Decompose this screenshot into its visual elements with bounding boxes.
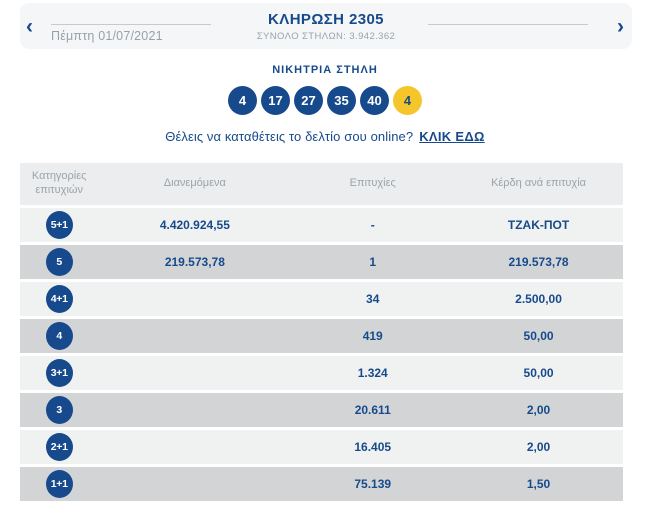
winning-column-title: ΝΙΚΗΤΡΙΑ ΣΤΗΛΗ	[272, 64, 378, 76]
draw-title: ΚΛΗΡΩΣΗ 2305	[268, 11, 384, 28]
header-divider-left	[51, 24, 211, 25]
draw-date: Πέμπτη 01/07/2021	[51, 29, 163, 43]
joker-number-ball: 4	[393, 86, 422, 115]
winning-number-ball: 35	[327, 86, 356, 115]
prize-value: 2.500,00	[515, 292, 562, 306]
category-badge: 3+1	[45, 359, 73, 387]
header-right-block	[428, 24, 588, 25]
table-row: 3+1 1.324 50,00	[20, 356, 623, 390]
prize-value: 50,00	[523, 329, 554, 343]
category-badge: 4	[45, 322, 73, 350]
winning-numbers: 4 17 27 35 40 4	[0, 86, 650, 115]
col-header-wins: Επιτυχίες	[349, 177, 396, 190]
next-draw-button[interactable]: ›	[613, 14, 628, 39]
winning-column-section: ΝΙΚΗΤΡΙΑ ΣΤΗΛΗ 4 17 27 35 40 4 Θέλεις να…	[0, 64, 650, 144]
table-header-row: Κατηγορίες επιτυχιών Διανεμόμενα Επιτυχί…	[20, 163, 623, 205]
distributed-value: 219.573,78	[164, 255, 225, 269]
draw-date-block: Πέμπτη 01/07/2021	[51, 24, 211, 43]
col-header-distributed: Διανεμόμενα	[163, 177, 226, 190]
table-row: 3 20.611 2,00	[20, 393, 623, 427]
prize-value: 2,00	[526, 440, 551, 454]
online-prompt: Θέλεις να καταθέτεις το δελτίο σου onlin…	[0, 129, 650, 144]
table-row: 5+1 4.420.924,55 - ΤΖΑΚ-ΠΟΤ	[20, 208, 623, 242]
wins-value: 16.405	[354, 440, 392, 454]
online-prompt-text: Θέλεις να καταθέτεις το δελτίο σου onlin…	[165, 129, 414, 144]
prize-value: 2,00	[526, 403, 551, 417]
table-row: 4 419 50,00	[20, 319, 623, 353]
table-row: 4+1 34 2.500,00	[20, 282, 623, 316]
winning-number-ball: 17	[261, 86, 290, 115]
category-badge: 4+1	[45, 285, 73, 313]
category-badge: 1+1	[45, 470, 73, 498]
wins-value: -	[370, 218, 375, 232]
winning-number-ball: 4	[228, 86, 257, 115]
distributed-value: 4.420.924,55	[159, 218, 230, 232]
prize-value: 1,50	[526, 477, 551, 491]
wins-value: 1	[369, 255, 377, 269]
click-here-link[interactable]: ΚΛΙΚ ΕΔΩ	[419, 129, 485, 144]
results-table: Κατηγορίες επιτυχιών Διανεμόμενα Επιτυχί…	[20, 163, 623, 501]
draw-header: ‹ Πέμπτη 01/07/2021 ΚΛΗΡΩΣΗ 2305 ΣΥΝΟΛΟ …	[20, 3, 632, 49]
table-row: 1+1 75.139 1,50	[20, 467, 623, 501]
header-divider-right	[428, 24, 588, 25]
winning-number-ball: 40	[360, 86, 389, 115]
previous-draw-button[interactable]: ‹	[22, 14, 37, 39]
col-header-categories: Κατηγορίες επιτυχιών	[31, 170, 87, 196]
draw-heading: ΚΛΗΡΩΣΗ 2305 ΣΥΝΟΛΟ ΣΤΗΛΩΝ: 3.942.362	[257, 11, 395, 42]
wins-value: 20.611	[354, 403, 391, 417]
wins-value: 1.324	[357, 366, 388, 380]
prize-value: 219.573,78	[508, 255, 569, 269]
category-badge: 5+1	[45, 211, 73, 239]
category-badge: 3	[45, 396, 73, 424]
category-badge: 5	[45, 248, 73, 276]
category-badge: 2+1	[45, 433, 73, 461]
winning-number-ball: 27	[294, 86, 323, 115]
prize-value: ΤΖΑΚ-ΠΟΤ	[507, 218, 570, 232]
prize-value: 50,00	[523, 366, 554, 380]
table-row: 2+1 16.405 2,00	[20, 430, 623, 464]
wins-value: 34	[366, 292, 380, 306]
col-header-prize: Κέρδη ανά επιτυχία	[491, 177, 587, 190]
total-columns: ΣΥΝΟΛΟ ΣΤΗΛΩΝ: 3.942.362	[256, 31, 396, 42]
table-row: 5 219.573,78 1 219.573,78	[20, 245, 623, 279]
wins-value: 419	[362, 329, 383, 343]
wins-value: 75.139	[354, 477, 392, 491]
